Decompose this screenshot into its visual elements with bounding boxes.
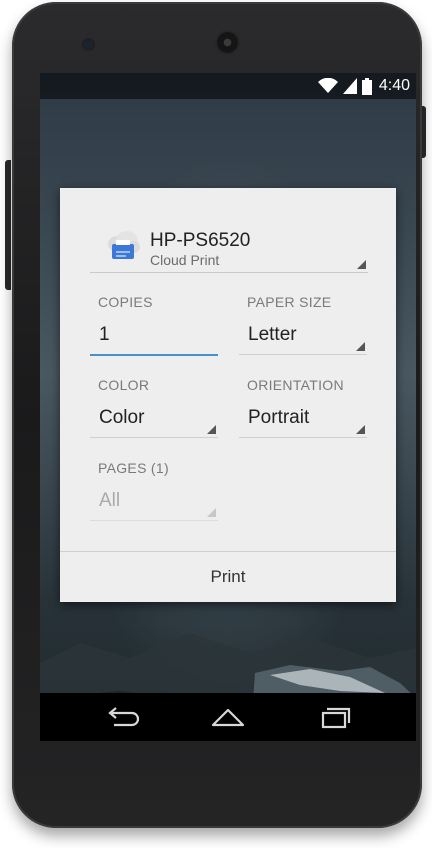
copies-input[interactable]: 1: [90, 318, 218, 356]
phone-frame: 4:40 HP-PS6520 Cloud Print COPIES 1 PAPE…: [12, 2, 422, 828]
color-value: Color: [99, 407, 145, 428]
copies-label: COPIES: [98, 294, 153, 310]
dropdown-corner-icon: [207, 425, 216, 434]
dropdown-corner-icon: [207, 508, 216, 517]
cloud-printer-icon: [108, 231, 140, 259]
paper-size-dropdown[interactable]: Letter: [239, 318, 367, 355]
home-icon[interactable]: [208, 701, 248, 733]
pages-dropdown: All: [90, 484, 218, 521]
signal-icon: [342, 78, 357, 94]
orientation-value: Portrait: [248, 407, 310, 428]
earpiece-speaker: [217, 32, 238, 53]
battery-icon: [361, 77, 372, 95]
color-label: COLOR: [98, 377, 150, 393]
dropdown-corner-icon: [357, 260, 366, 269]
wifi-icon: [317, 78, 338, 93]
back-icon[interactable]: [102, 701, 142, 733]
printer-selector[interactable]: HP-PS6520 Cloud Print: [90, 226, 368, 273]
volume-button[interactable]: [5, 160, 11, 290]
printer-name: HP-PS6520: [150, 230, 251, 251]
copies-value: 1: [99, 324, 110, 345]
paper-size-label: PAPER SIZE: [247, 294, 332, 310]
navigation-bar: [40, 693, 416, 741]
print-dialog: HP-PS6520 Cloud Print COPIES 1 PAPER SIZ…: [60, 188, 396, 602]
printer-subtitle: Cloud Print: [150, 252, 220, 268]
front-camera: [84, 40, 93, 49]
orientation-dropdown[interactable]: Portrait: [239, 401, 367, 438]
paper-size-value: Letter: [248, 324, 297, 345]
status-time: 4:40: [378, 77, 410, 94]
status-bar: 4:40: [40, 73, 416, 99]
dropdown-corner-icon: [356, 342, 365, 351]
color-dropdown[interactable]: Color: [90, 401, 218, 438]
recent-apps-icon[interactable]: [314, 701, 354, 733]
orientation-label: ORIENTATION: [247, 377, 344, 393]
screen: 4:40 HP-PS6520 Cloud Print COPIES 1 PAPE…: [40, 73, 416, 741]
pages-value: All: [99, 490, 121, 511]
dropdown-corner-icon: [356, 425, 365, 434]
pages-label: PAGES (1): [98, 460, 169, 476]
print-button[interactable]: Print: [60, 552, 396, 602]
